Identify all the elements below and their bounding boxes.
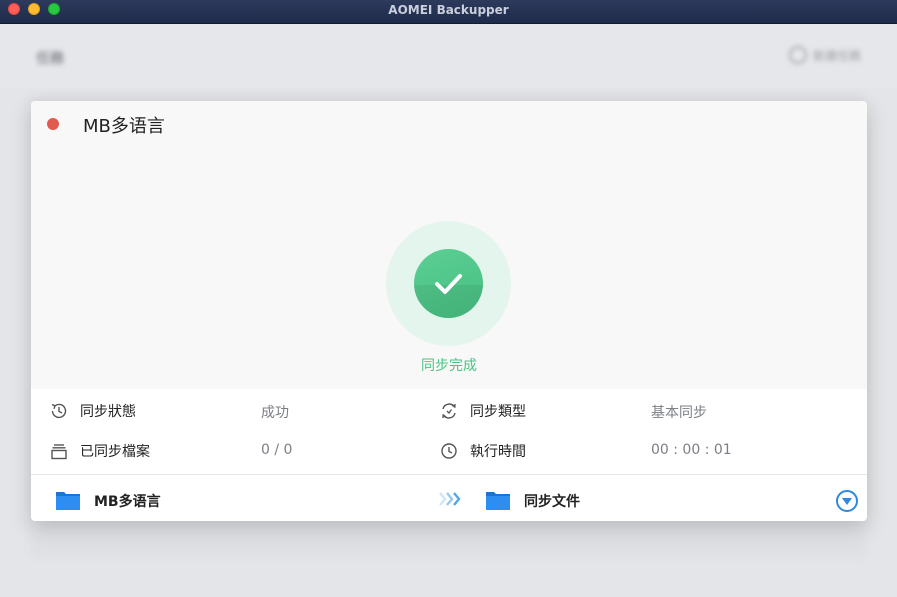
info-synced-files: 已同步檔案 [49,439,150,463]
source-label: MB多语言 [94,494,161,510]
info-label: 同步狀態 [80,404,136,420]
info-value-sync-type: 基本同步 [651,405,707,421]
files-stack-icon [49,441,69,461]
info-sync-type: 同步類型 [439,399,526,423]
info-label: 執行時間 [470,444,526,460]
info-value-run-time: 00 : 00 : 01 [651,442,732,458]
destination-label: 同步文件 [524,494,580,510]
sync-result-dialog: MB多语言 同步完成 同步狀態 成功 同步類型 基本同步 已同步檔案 0 / 0… [31,101,867,521]
background-new-task-label: 新建任務 [812,48,861,63]
dialog-header-area: MB多语言 同步完成 [31,101,867,389]
success-check-icon [414,249,483,318]
clock-icon [439,441,459,461]
direction-arrows-icon [438,491,462,511]
status-text: 同步完成 [421,358,477,374]
source-folder-icon [55,489,81,511]
divider [31,474,867,475]
app-window: AOMEI Backupper 任務 新建任務 MB多语言 同步完成 同步狀態 … [0,0,897,597]
info-label: 已同步檔案 [80,444,150,460]
info-sync-status: 同步狀態 [49,399,136,423]
status-halo [386,221,511,346]
expand-details-button[interactable] [836,490,858,512]
background-new-task-button: 新建任務 [788,46,861,64]
background-header: 任務 新建任務 [0,24,897,88]
dialog-title: MB多语言 [83,116,165,137]
chevron-down-icon [842,498,852,505]
info-label: 同步類型 [470,404,526,420]
info-value-sync-status: 成功 [261,405,289,421]
info-run-time: 執行時間 [439,439,526,463]
destination-folder-icon [485,489,511,511]
title-bar: AOMEI Backupper [0,0,897,24]
close-dialog-button[interactable] [47,118,59,130]
info-value-synced-files: 0 / 0 [261,442,293,458]
add-icon [788,46,807,64]
window-title: AOMEI Backupper [388,3,509,17]
sync-type-icon [439,401,459,421]
background-page-title: 任務 [36,51,64,67]
status-clock-icon [49,401,69,421]
